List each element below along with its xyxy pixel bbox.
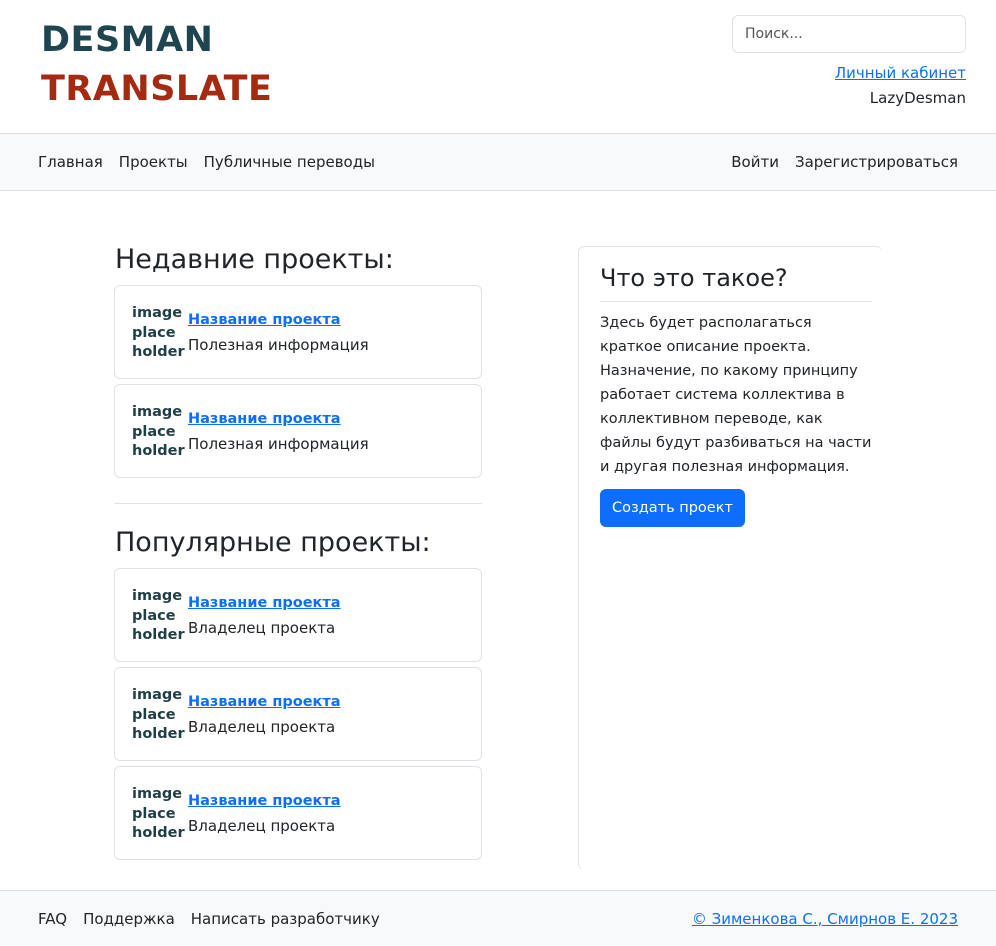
project-info: Полезная информация [188, 435, 369, 453]
footer-link-support[interactable]: Поддержка [83, 910, 175, 928]
about-description: Здесь будет располагаться краткое описан… [600, 315, 872, 475]
search-input[interactable] [732, 15, 966, 53]
project-image-placeholder: image place holder [132, 687, 185, 742]
project-name-link[interactable]: Название проекта [188, 595, 341, 611]
project-image-placeholder: image place holder [132, 404, 185, 459]
logo-line-desman: DESMAN [41, 20, 214, 60]
popular-project-card[interactable]: image place holder Название проекта Влад… [114, 766, 482, 860]
project-name-link[interactable]: Название проекта [188, 411, 341, 427]
copyright-link[interactable]: © Зименкова С., Смирнов Е. 2023 [692, 891, 958, 946]
project-name-link[interactable]: Название проекта [188, 694, 341, 710]
nav-item-register[interactable]: Зарегистрироваться [795, 153, 958, 171]
recent-projects-title: Недавние проекты: [115, 244, 394, 275]
project-name-link[interactable]: Название проекта [188, 793, 341, 809]
nav-item-home[interactable]: Главная [38, 153, 103, 171]
nav-right-group: Войти Зарегистрироваться [731, 134, 958, 190]
site-logo[interactable]: DESMAN TRANSLATE [41, 20, 272, 109]
recent-project-card[interactable]: image place holder Название проекта Поле… [114, 285, 482, 379]
nav-item-login[interactable]: Войти [731, 153, 779, 171]
about-title: Что это такое? [600, 264, 788, 292]
main-navbar: Главная Проекты Публичные переводы Войти… [0, 133, 996, 191]
project-owner: Владелец проекта [188, 817, 336, 835]
project-info: Полезная информация [188, 336, 369, 354]
footer-link-faq[interactable]: FAQ [38, 910, 67, 928]
site-footer: FAQ Поддержка Написать разработчику © Зи… [0, 890, 996, 946]
about-panel: Что это такое? Здесь будет располагаться… [578, 246, 882, 870]
logo-line-translate: TRANSLATE [41, 69, 273, 109]
popular-projects-title: Популярные проекты: [115, 527, 431, 558]
nav-left-group: Главная Проекты Публичные переводы [38, 134, 375, 190]
footer-links: FAQ Поддержка Написать разработчику [38, 891, 380, 946]
project-name-link[interactable]: Название проекта [188, 312, 341, 328]
username-label: LazyDesman [869, 89, 966, 107]
project-owner: Владелец проекта [188, 718, 336, 736]
popular-project-card[interactable]: image place holder Название проекта Влад… [114, 568, 482, 662]
nav-item-public-translations[interactable]: Публичные переводы [204, 153, 375, 171]
about-divider [600, 301, 872, 302]
popular-project-card[interactable]: image place holder Название проекта Влад… [114, 667, 482, 761]
create-project-button[interactable]: Создать проект [600, 489, 745, 527]
nav-item-projects[interactable]: Проекты [119, 153, 188, 171]
site-header: DESMAN TRANSLATE Личный кабинет LazyDesm… [0, 0, 996, 134]
project-image-placeholder: image place holder [132, 588, 185, 643]
section-divider [114, 503, 482, 504]
footer-link-contact-developer[interactable]: Написать разработчику [191, 910, 380, 928]
project-image-placeholder: image place holder [132, 305, 185, 360]
project-owner: Владелец проекта [188, 619, 336, 637]
recent-project-card[interactable]: image place holder Название проекта Поле… [114, 384, 482, 478]
personal-cabinet-link[interactable]: Личный кабинет [835, 64, 966, 82]
project-image-placeholder: image place holder [132, 786, 185, 841]
